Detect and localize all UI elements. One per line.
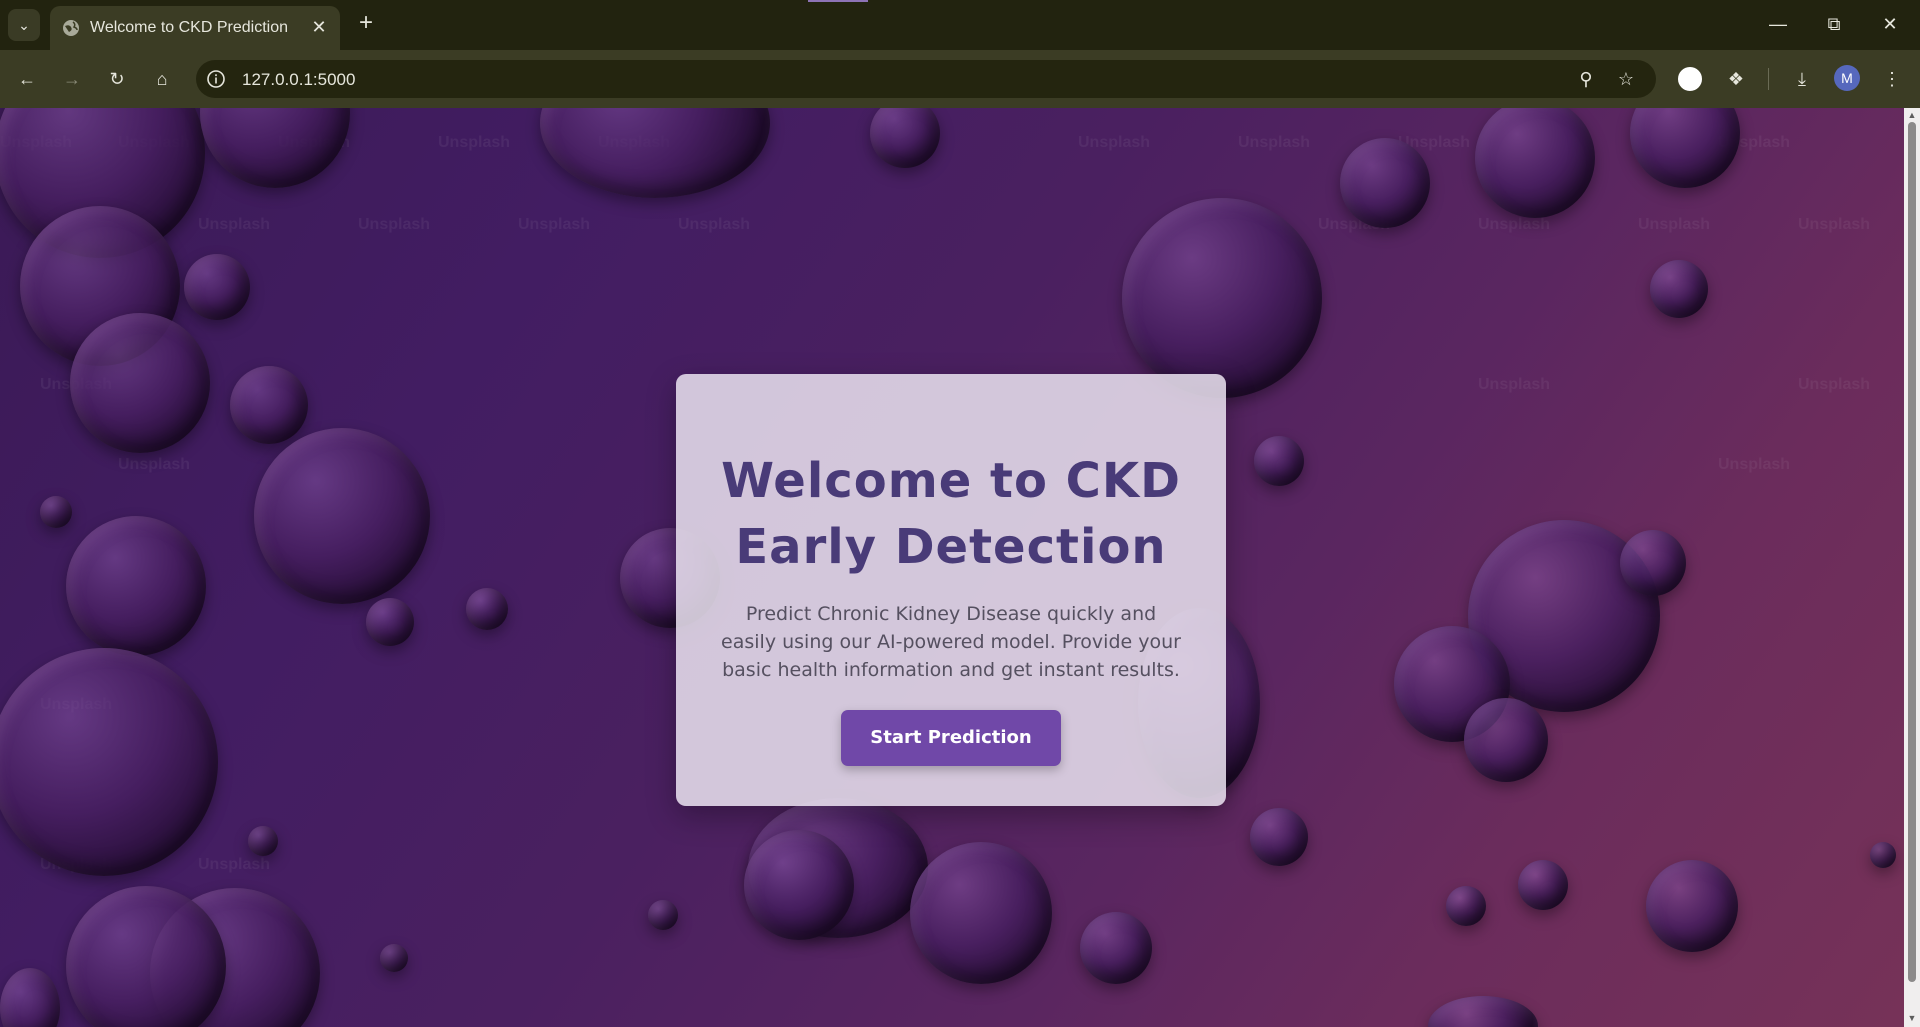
bubble: [1630, 108, 1740, 188]
watermark-text: Unsplash: [1478, 376, 1551, 393]
restore-icon[interactable]: ⧉: [1814, 10, 1854, 38]
extension-icon[interactable]: [1676, 65, 1704, 93]
watermark-text: Unsplash: [1478, 216, 1551, 233]
bubble: [1340, 138, 1430, 228]
globe-icon: [63, 20, 79, 36]
bubble: [0, 968, 60, 1027]
toolbar-divider: [1768, 68, 1769, 90]
close-window-icon[interactable]: ✕: [1870, 10, 1910, 38]
bubble: [1475, 108, 1595, 218]
browser-toolbar: ← → ↻ ⌂ 127.0.0.1:5000 ⚲ ☆ ❖ ⤓ M ⋮: [0, 50, 1920, 108]
bubble: [1080, 912, 1152, 984]
forward-arrow-icon[interactable]: →: [57, 64, 87, 94]
start-prediction-button[interactable]: Start Prediction: [841, 710, 1061, 766]
tab-strip-accent: [808, 0, 868, 2]
bubble: [380, 944, 408, 972]
watermark-text: Unsplash: [1638, 216, 1711, 233]
avatar[interactable]: M: [1834, 65, 1860, 91]
watermark-text: Unsplash: [198, 216, 271, 233]
plus-icon[interactable]: +: [354, 11, 378, 35]
bubble: [648, 900, 678, 930]
tab-strip: ⌄ Welcome to CKD Prediction ✕ + — ⧉ ✕: [0, 0, 1920, 50]
watermark-text: Unsplash: [198, 856, 271, 873]
bubble: [254, 428, 430, 604]
back-arrow-icon[interactable]: ←: [12, 64, 42, 94]
chevron-down-icon[interactable]: ⌄: [8, 9, 40, 41]
bubble: [1122, 198, 1322, 398]
bubble: [910, 842, 1052, 984]
watermark-text: Unsplash: [518, 216, 591, 233]
bubble: [1254, 436, 1304, 486]
more-vertical-icon[interactable]: ⋮: [1878, 65, 1906, 93]
puzzle-icon[interactable]: ❖: [1722, 65, 1750, 93]
watermark-text: Unsplash: [438, 134, 511, 151]
bubble: [184, 254, 250, 320]
url-text: 127.0.0.1:5000: [242, 70, 356, 89]
watermark-text: Unsplash: [118, 456, 191, 473]
bubble: [40, 496, 72, 528]
page-title: Welcome to CKD Early Detection: [721, 453, 1181, 575]
bubble: [1646, 860, 1738, 952]
address-bar[interactable]: 127.0.0.1:5000 ⚲ ☆: [196, 60, 1656, 98]
page-description: Predict Chronic Kidney Disease quickly a…: [721, 603, 1181, 681]
bubble: [66, 516, 206, 656]
bubble: [466, 588, 508, 630]
bubble: [1518, 860, 1568, 910]
bubble: [1428, 996, 1538, 1027]
bubble: [200, 108, 350, 188]
scroll-down-icon[interactable]: ▼: [1907, 1013, 1917, 1023]
watermark-text: Unsplash: [1078, 134, 1151, 151]
download-icon[interactable]: ⤓: [1788, 65, 1816, 93]
watermark-text: Unsplash: [1798, 216, 1871, 233]
bubble: [70, 313, 210, 453]
bubble: [0, 648, 218, 876]
bubble: [1464, 698, 1548, 782]
tab-active[interactable]: Welcome to CKD Prediction ✕: [50, 6, 340, 50]
watermark-text: Unsplash: [1718, 456, 1791, 473]
star-icon[interactable]: ☆: [1614, 67, 1638, 91]
bubble: [1650, 260, 1708, 318]
bubble: [248, 826, 278, 856]
scroll-up-icon[interactable]: ▲: [1907, 110, 1917, 120]
watermark-text: Unsplash: [358, 216, 431, 233]
zoom-out-icon[interactable]: ⚲: [1574, 67, 1598, 91]
bubble: [1446, 886, 1486, 926]
watermark-text: Unsplash: [678, 216, 751, 233]
welcome-card: Welcome to CKD Early Detection Predict C…: [676, 374, 1226, 806]
tab-title: Welcome to CKD Prediction: [90, 19, 288, 36]
reload-icon[interactable]: ↻: [102, 64, 132, 94]
scroll-thumb[interactable]: [1908, 122, 1916, 982]
info-icon[interactable]: [206, 69, 226, 89]
page-viewport: Unsplash Unsplash Unsplash Unsplash Unsp…: [0, 108, 1904, 1027]
bubble: [1620, 530, 1686, 596]
close-icon[interactable]: ✕: [308, 16, 330, 38]
bubble: [744, 830, 854, 940]
minimize-icon[interactable]: —: [1758, 10, 1798, 38]
bubble: [366, 598, 414, 646]
bubble: [1870, 842, 1896, 868]
bubble: [1250, 808, 1308, 866]
watermark-text: Unsplash: [1798, 376, 1871, 393]
bubble: [230, 366, 308, 444]
watermark-text: Unsplash: [1238, 134, 1311, 151]
bubble: [870, 108, 940, 168]
home-icon[interactable]: ⌂: [147, 64, 177, 94]
page-scrollbar[interactable]: ▲ ▼: [1904, 108, 1920, 1027]
bubble: [540, 108, 770, 198]
browser-window: ⌄ Welcome to CKD Prediction ✕ + — ⧉ ✕ ← …: [0, 0, 1920, 1027]
